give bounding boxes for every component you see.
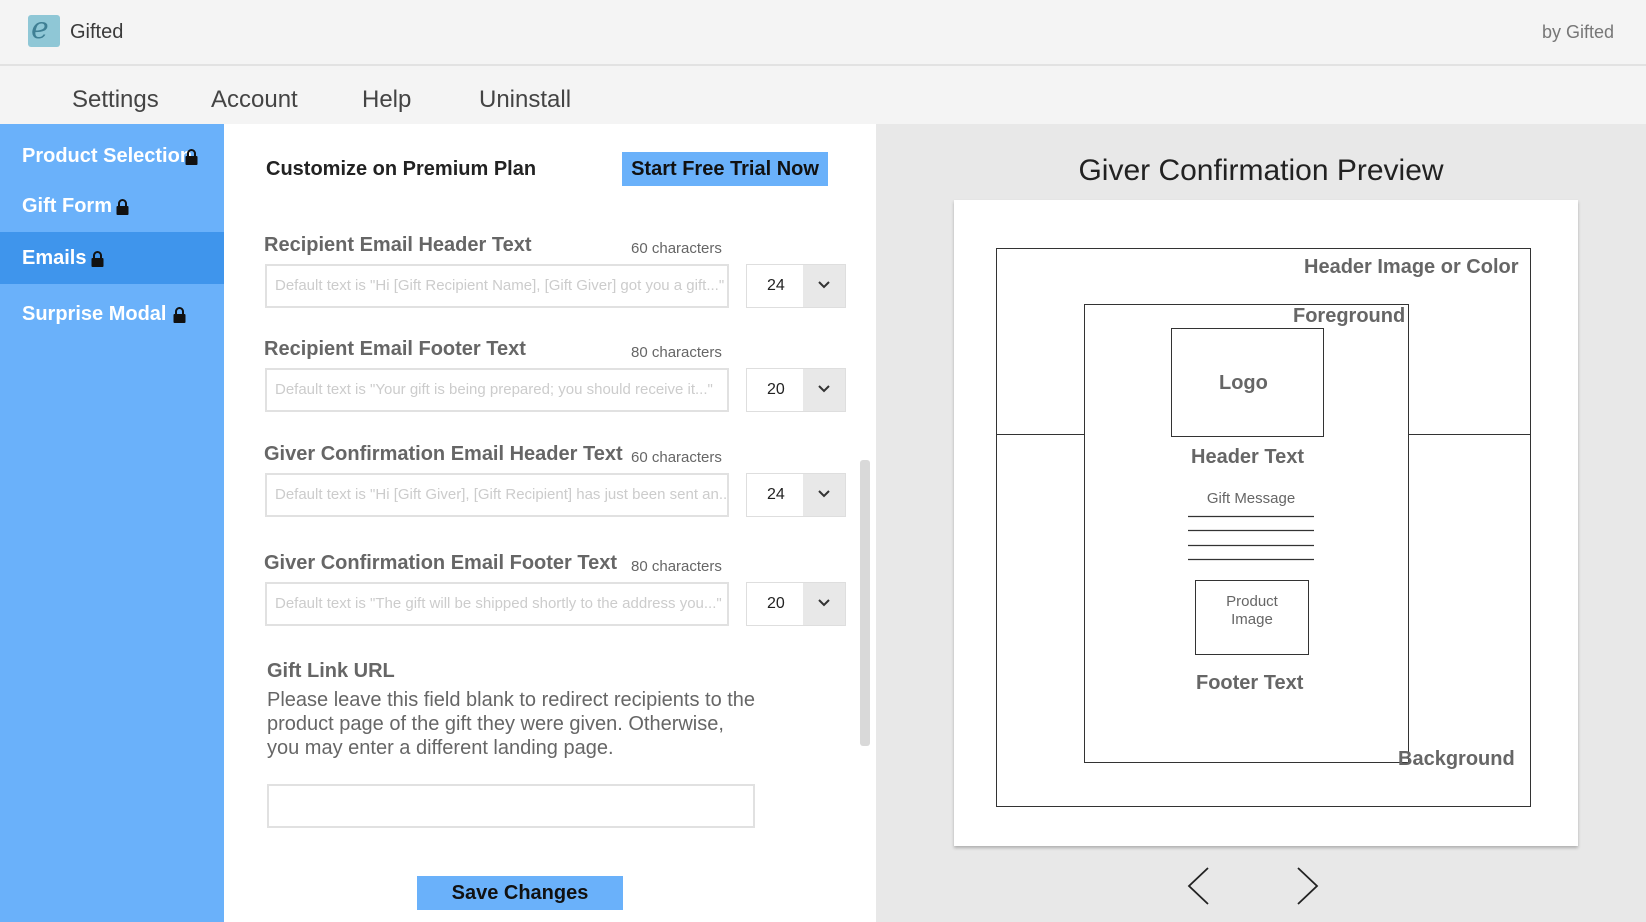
sidebar-item-surprise-modal[interactable]: Surprise Modal	[0, 288, 224, 340]
char-limit: 60 characters	[631, 240, 722, 257]
font-size-select[interactable]: 24	[746, 264, 846, 308]
lock-icon	[173, 307, 186, 323]
chevron-left-icon[interactable]	[1186, 866, 1212, 906]
font-size-select[interactable]: 20	[746, 368, 846, 412]
chevron-down-icon[interactable]	[803, 474, 845, 516]
nav-settings[interactable]: Settings	[72, 86, 159, 114]
giver-footer-input[interactable]: Default text is "The gift will be shippe…	[265, 582, 729, 626]
footer-text-label: Footer Text	[1196, 672, 1304, 694]
giver-header-input[interactable]: Default text is "Hi [Gift Giver], [Gift …	[265, 473, 729, 517]
top-bar: e Gifted by Gifted	[0, 0, 1646, 66]
sidebar-item-label: Emails	[22, 247, 87, 269]
font-size-select[interactable]: 20	[746, 582, 846, 626]
font-size-value: 24	[767, 486, 785, 503]
chevron-right-icon[interactable]	[1294, 866, 1320, 906]
font-size-select[interactable]: 24	[746, 473, 846, 517]
nav-account[interactable]: Account	[211, 86, 298, 114]
gift-message-label: Gift Message	[1206, 490, 1296, 507]
char-limit: 60 characters	[631, 449, 722, 466]
save-changes-button[interactable]: Save Changes	[417, 876, 623, 910]
by-line: by Gifted	[1541, 22, 1614, 42]
email-settings-panel: Customize on Premium Plan Start Free Tri…	[224, 124, 876, 922]
font-size-value: 20	[767, 595, 785, 612]
field-label: Giver Confirmation Email Header Text	[264, 443, 623, 465]
sidebar-item-label: Surprise Modal	[22, 303, 167, 325]
font-size-value: 24	[767, 277, 785, 294]
sidebar: Product Selection Gift Form Emails Surpr…	[0, 124, 224, 922]
main-nav: Settings Account Help Uninstall	[0, 66, 1646, 124]
app-name: Gifted	[70, 21, 124, 43]
sidebar-item-emails[interactable]: Emails	[0, 232, 224, 284]
gift-link-url-input[interactable]	[267, 784, 755, 828]
foreground-label: Foreground	[1293, 305, 1406, 327]
sidebar-item-gift-form[interactable]: Gift Form	[0, 180, 224, 232]
logo-label: Logo	[1219, 372, 1268, 394]
start-free-trial-button[interactable]: Start Free Trial Now	[622, 152, 828, 186]
sidebar-item-product-selection[interactable]: Product Selection	[0, 130, 224, 182]
chevron-down-icon[interactable]	[803, 265, 845, 307]
recipient-footer-input[interactable]: Default text is "Your gift is being prep…	[265, 368, 729, 412]
gifted-logo-icon: e	[28, 11, 60, 47]
nav-uninstall[interactable]: Uninstall	[479, 86, 571, 114]
sidebar-item-label: Gift Form	[22, 195, 112, 217]
premium-plan-text: Customize on Premium Plan	[266, 158, 537, 180]
header-image-label: Header Image or Color	[1304, 256, 1519, 278]
lock-icon	[116, 199, 129, 215]
recipient-header-input[interactable]: Default text is "Hi [Gift Recipient Name…	[265, 264, 729, 308]
lock-icon	[91, 251, 104, 267]
field-label: Recipient Email Footer Text	[264, 338, 526, 360]
font-size-value: 20	[767, 381, 785, 398]
preview-title: Giver Confirmation Preview	[1078, 154, 1444, 187]
gift-link-description: Please leave this field blank to redirec…	[267, 689, 756, 759]
header-text-label: Header Text	[1191, 446, 1305, 468]
char-limit: 80 characters	[631, 558, 722, 575]
chevron-down-icon[interactable]	[803, 369, 845, 411]
preview-panel: Giver Confirmation Preview Header Image …	[876, 124, 1646, 922]
chevron-down-icon[interactable]	[803, 583, 845, 625]
lock-icon	[185, 149, 198, 165]
email-preview-canvas: Header Image or Color Foreground Logo He…	[954, 200, 1578, 846]
background-label: Background	[1398, 748, 1515, 770]
product-image-label: Product Image	[1226, 593, 1278, 628]
field-label: Recipient Email Header Text	[264, 234, 532, 256]
sidebar-item-label: Product Selection	[22, 145, 193, 167]
char-limit: 80 characters	[631, 344, 722, 361]
gift-link-title: Gift Link URL	[267, 660, 395, 682]
nav-help[interactable]: Help	[362, 86, 411, 114]
scrollbar[interactable]	[860, 460, 870, 746]
field-label: Giver Confirmation Email Footer Text	[264, 552, 618, 574]
